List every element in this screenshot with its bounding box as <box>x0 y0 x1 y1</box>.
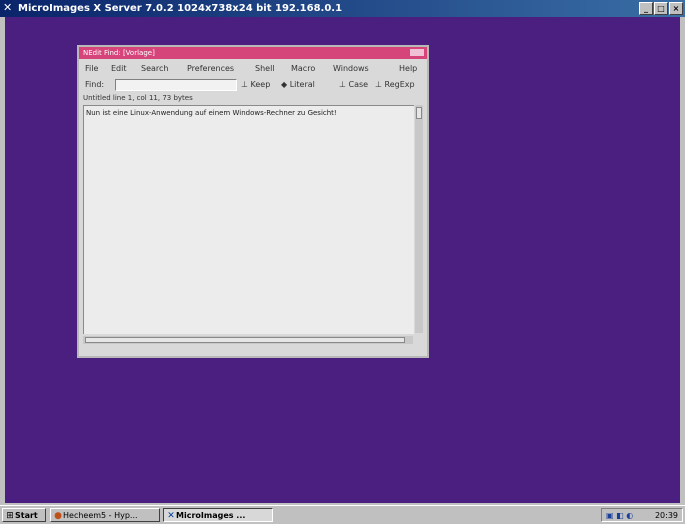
nedit-title: NEdit Find: [Vorlage] <box>83 49 155 57</box>
option-case[interactable]: ⊥ Case <box>339 77 368 92</box>
xserver-window: ✕ MicroImages X Server 7.0.2 1024x738x24… <box>0 0 685 505</box>
taskbar-button-xserver-label: MicroImages ... <box>176 511 246 520</box>
start-label: Start <box>15 511 38 520</box>
start-button[interactable]: ⊞Start <box>2 508 46 522</box>
vertical-scroll-thumb[interactable] <box>416 107 422 119</box>
browser-icon: ● <box>54 511 62 521</box>
x-icon: ✕ <box>3 1 13 14</box>
option-keep-label: Keep <box>250 80 271 89</box>
taskbar: ⊞Start ●Hecheem5 - Hyp... ✕MicroImages .… <box>0 505 685 524</box>
option-regexp-label: RegExp <box>384 80 415 89</box>
menu-file[interactable]: File <box>85 62 98 76</box>
xserver-title: MicroImages X Server 7.0.2 1024x738x24 b… <box>18 3 343 14</box>
taskbar-button-browser-label: Hecheem5 - Hyp... <box>63 511 138 520</box>
window-controls: _ □ × <box>639 2 683 15</box>
x-icon: ✕ <box>167 511 175 521</box>
system-tray: ▣ ◧ ◐ 20:39 <box>601 508 683 522</box>
nedit-window: NEdit Find: [Vorlage] File Edit Search P… <box>77 45 429 358</box>
option-literal-label: Literal <box>289 80 315 89</box>
xserver-title-bar[interactable]: ✕ MicroImages X Server 7.0.2 1024x738x24… <box>0 0 685 17</box>
nedit-title-bar[interactable]: NEdit Find: [Vorlage] <box>79 47 427 59</box>
find-input[interactable] <box>115 79 237 91</box>
menu-preferences[interactable]: Preferences <box>187 62 234 76</box>
status-line: Untitled line 1, col 11, 73 bytes <box>83 94 193 102</box>
option-case-label: Case <box>348 80 369 89</box>
option-keep[interactable]: ⊥ Keep <box>241 77 270 92</box>
option-literal[interactable]: ◆ Literal <box>281 77 315 92</box>
maximize-button[interactable]: □ <box>654 2 668 15</box>
text-editor-area[interactable]: Nun ist eine Linux-Anwendung auf einem W… <box>83 105 414 334</box>
menu-help[interactable]: Help <box>399 62 417 76</box>
taskbar-button-browser[interactable]: ●Hecheem5 - Hyp... <box>50 508 160 522</box>
minimize-button[interactable]: _ <box>639 2 653 15</box>
close-button[interactable]: × <box>669 2 683 15</box>
find-bar: Find: ⊥ Keep ◆ Literal ⊥ Case ⊥ RegExp <box>81 77 425 92</box>
find-label: Find: <box>85 80 105 89</box>
menu-macro[interactable]: Macro <box>291 62 315 76</box>
horizontal-scrollbar[interactable] <box>83 336 413 344</box>
horizontal-scroll-thumb[interactable] <box>85 337 405 343</box>
text-line: Nun ist eine Linux-Anwendung auf einem W… <box>86 109 337 117</box>
menu-edit[interactable]: Edit <box>111 62 127 76</box>
clock: 20:39 <box>654 511 678 520</box>
option-regexp[interactable]: ⊥ RegExp <box>375 77 415 92</box>
taskbar-button-xserver[interactable]: ✕MicroImages ... <box>163 508 273 522</box>
menu-bar: File Edit Search Preferences Shell Macro… <box>81 62 425 76</box>
menu-windows[interactable]: Windows <box>333 62 369 76</box>
nedit-window-button[interactable] <box>410 49 424 56</box>
windows-logo-icon: ⊞ <box>6 511 14 521</box>
tray-icons[interactable]: ▣ ◧ ◐ <box>606 509 633 523</box>
menu-search[interactable]: Search <box>141 62 168 76</box>
vertical-scrollbar[interactable] <box>415 105 423 333</box>
menu-shell[interactable]: Shell <box>255 62 275 76</box>
